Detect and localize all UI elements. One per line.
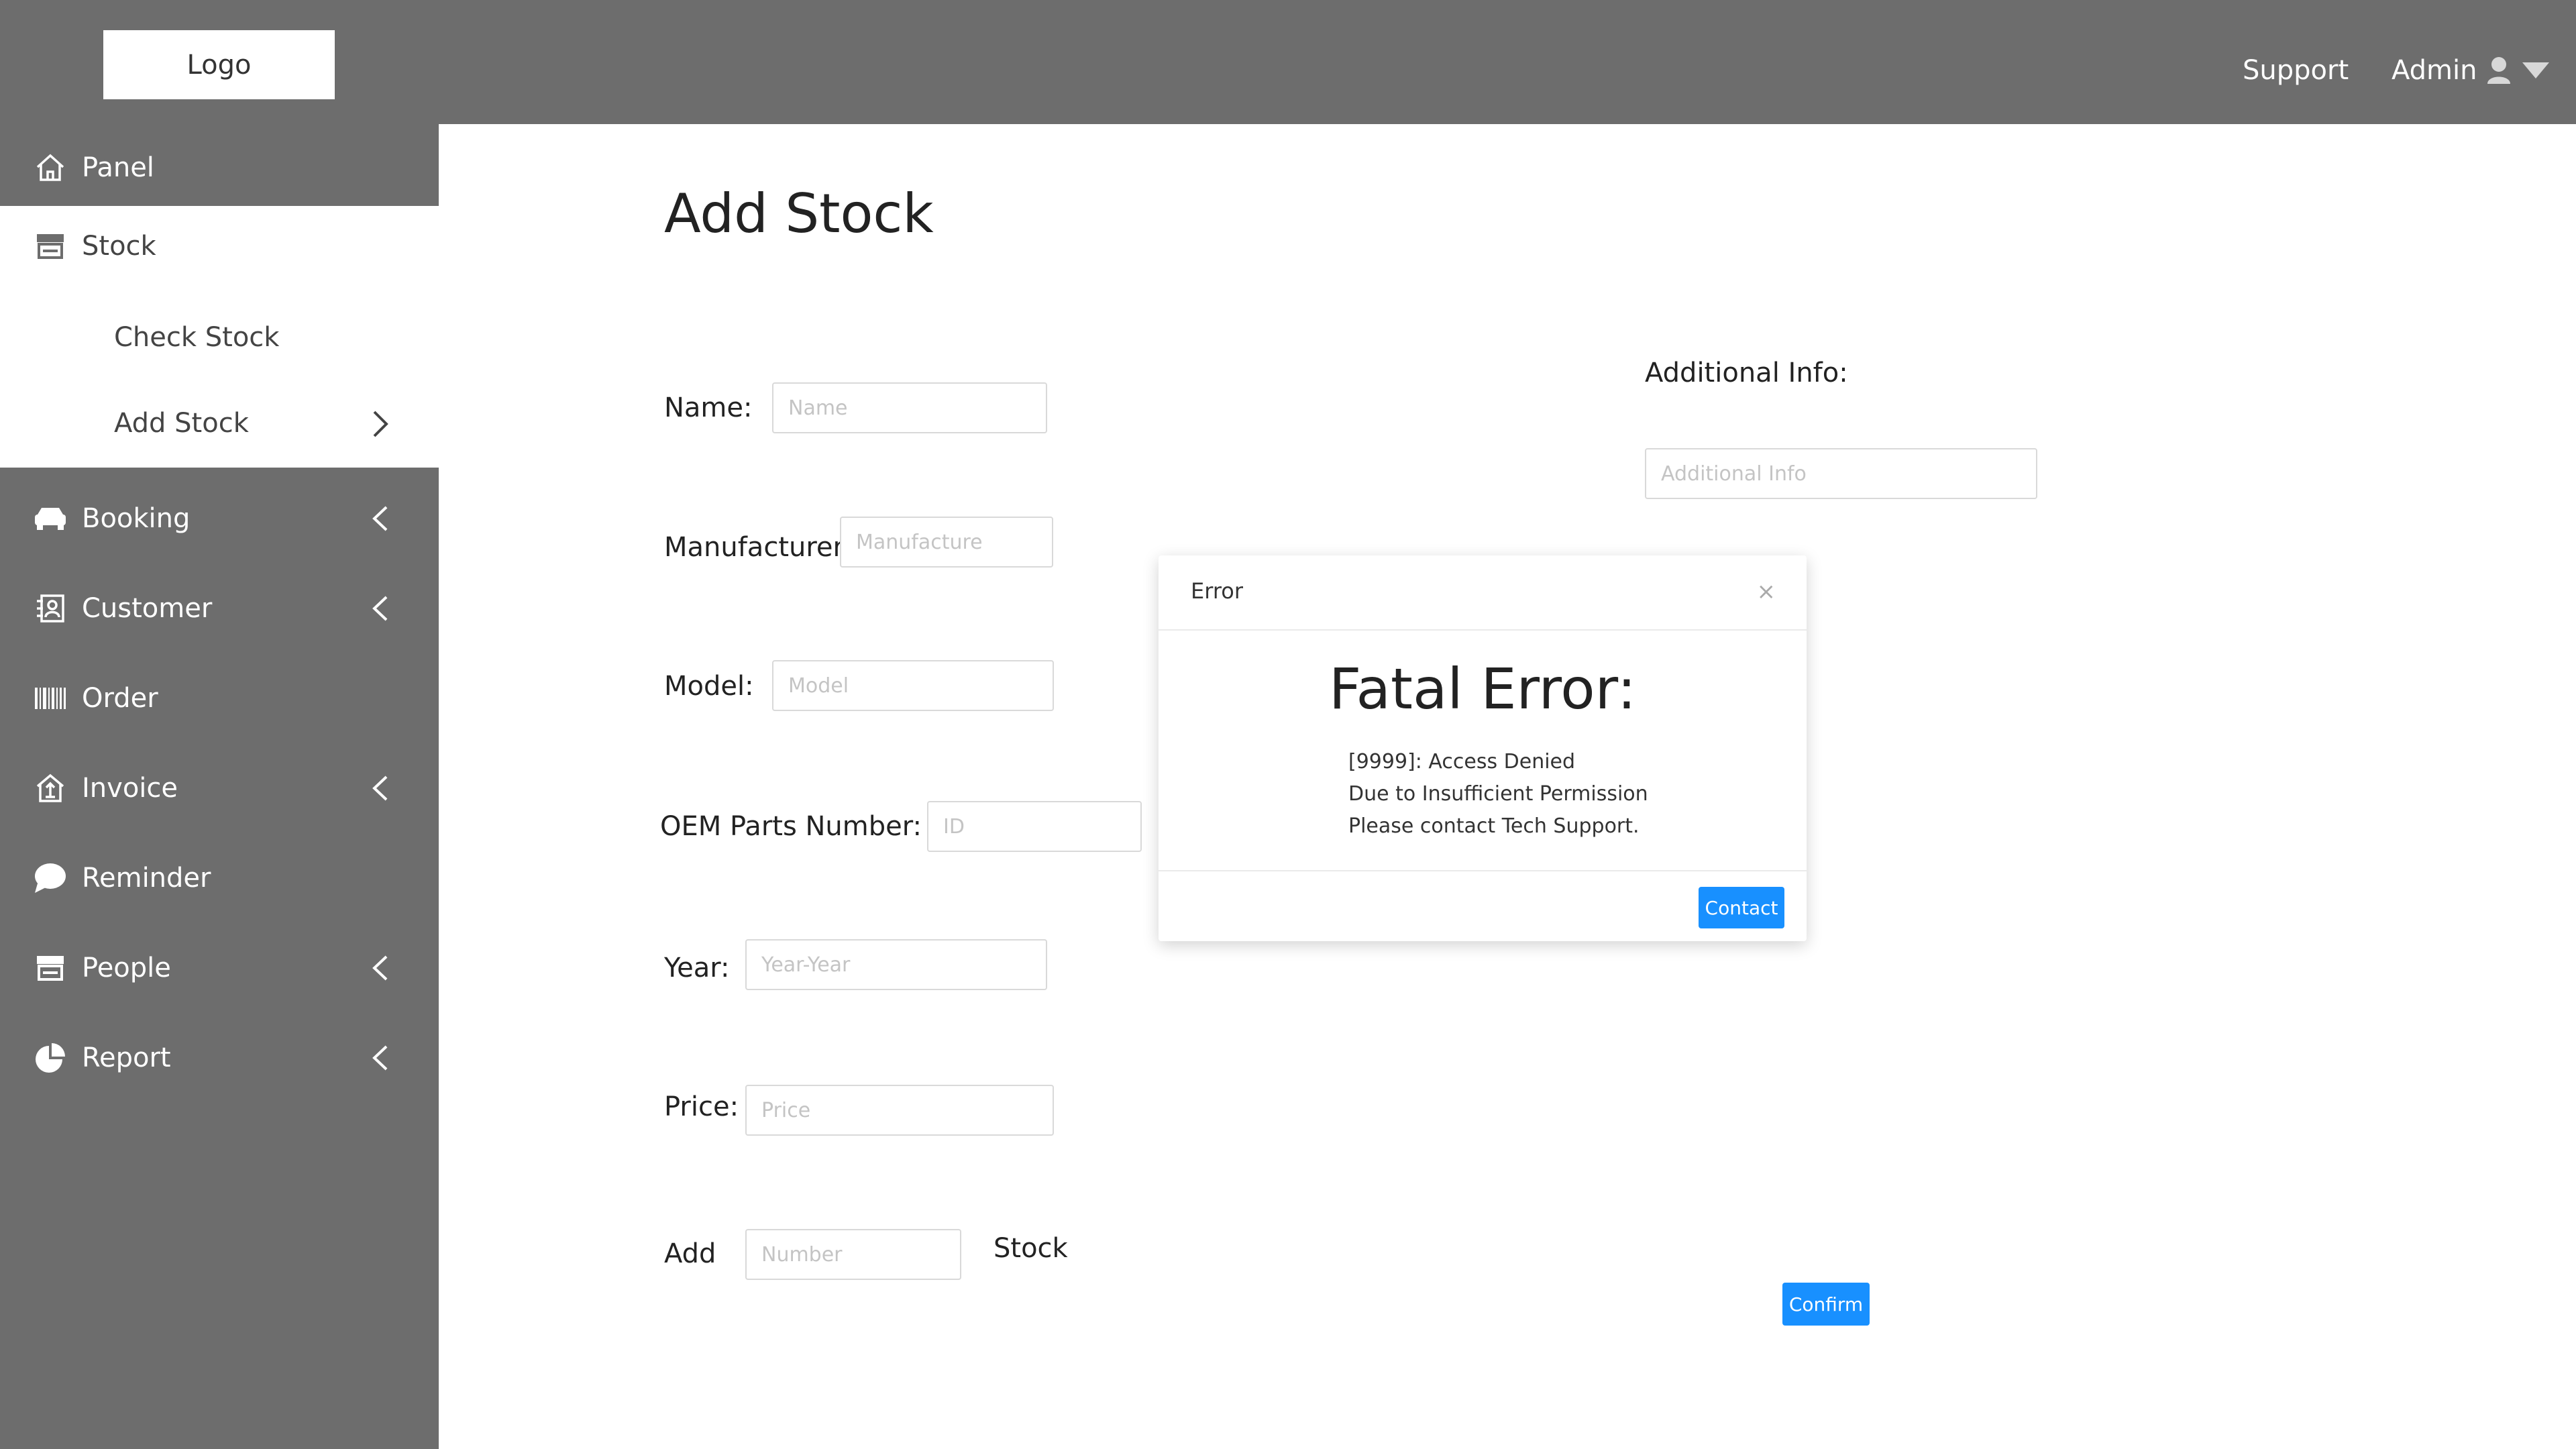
additional-info-input[interactable] bbox=[1645, 448, 2037, 499]
sidebar-item-label: Order bbox=[82, 683, 158, 714]
chevron-right-icon bbox=[373, 411, 388, 437]
submenu-item-add-stock[interactable]: Add Stock bbox=[114, 408, 249, 439]
sidebar-item-report[interactable]: Report bbox=[0, 1018, 439, 1098]
support-link[interactable]: Support bbox=[2243, 55, 2349, 86]
contact-card-icon bbox=[34, 592, 67, 625]
close-icon[interactable]: × bbox=[1757, 578, 1776, 605]
car-icon bbox=[34, 502, 67, 535]
chevron-left-icon bbox=[372, 775, 388, 801]
quantity-input[interactable] bbox=[745, 1229, 961, 1280]
confirm-button[interactable]: Confirm bbox=[1782, 1283, 1870, 1326]
sidebar-item-label: Invoice bbox=[82, 773, 178, 804]
sidebar-item-customer[interactable]: Customer bbox=[0, 568, 439, 649]
sidebar-item-label: Panel bbox=[82, 152, 154, 183]
dialog-footer-divider bbox=[1159, 870, 1807, 871]
barcode-icon bbox=[34, 682, 67, 715]
manufacturer-label: Manufacturer: bbox=[664, 532, 853, 563]
sidebar-item-panel[interactable]: Panel bbox=[0, 127, 439, 208]
oem-parts-number-input[interactable] bbox=[927, 801, 1142, 852]
top-bar: Logo Support Admin bbox=[0, 0, 2576, 124]
submenu-item-check-stock[interactable]: Check Stock bbox=[114, 322, 279, 353]
store-icon bbox=[34, 951, 67, 985]
sidebar-item-label: Report bbox=[82, 1042, 171, 1073]
error-dialog: Error × Fatal Error: [9999]: Access Deni… bbox=[1159, 555, 1807, 941]
price-label: Price: bbox=[664, 1091, 739, 1122]
sidebar-item-order[interactable]: Order bbox=[0, 658, 439, 739]
contact-button[interactable]: Contact bbox=[1699, 887, 1784, 928]
caret-down-icon[interactable] bbox=[2521, 61, 2551, 80]
sidebar-item-people[interactable]: People bbox=[0, 928, 439, 1008]
sidebar-item-label: People bbox=[82, 953, 171, 983]
dialog-header: Error × bbox=[1159, 555, 1807, 631]
oem-parts-number-label: OEM Parts Number: bbox=[660, 811, 922, 842]
error-message-line: Due to Insufficient Permission bbox=[1348, 782, 1648, 806]
logo[interactable]: Logo bbox=[103, 30, 335, 99]
admin-label: Admin bbox=[2392, 55, 2477, 86]
stock-submenu: Stock Check Stock Add Stock bbox=[0, 206, 439, 468]
chevron-left-icon bbox=[372, 506, 388, 531]
year-label: Year: bbox=[664, 953, 730, 983]
page-title: Add Stock bbox=[664, 182, 934, 245]
name-input[interactable] bbox=[772, 382, 1047, 433]
sidebar-item-invoice[interactable]: Invoice bbox=[0, 748, 439, 828]
chevron-left-icon bbox=[372, 1045, 388, 1071]
store-icon bbox=[34, 229, 67, 263]
price-input[interactable] bbox=[745, 1085, 1054, 1136]
error-heading: Fatal Error: bbox=[1328, 656, 1637, 722]
year-input[interactable] bbox=[745, 939, 1047, 990]
error-message-line: Please contact Tech Support. bbox=[1348, 814, 1640, 838]
name-label: Name: bbox=[664, 392, 753, 423]
model-input[interactable] bbox=[772, 660, 1054, 711]
user-icon bbox=[2487, 57, 2511, 84]
sidebar-item-label: Stock bbox=[82, 231, 156, 262]
sidebar-item-booking[interactable]: Booking bbox=[0, 478, 439, 559]
admin-menu[interactable]: Admin bbox=[2392, 55, 2551, 86]
manufacturer-input[interactable] bbox=[840, 517, 1053, 568]
chevron-left-icon bbox=[372, 596, 388, 621]
sidebar-item-label: Booking bbox=[82, 503, 191, 534]
home-icon bbox=[34, 151, 67, 184]
stock-label: Stock bbox=[994, 1233, 1068, 1264]
chat-bubble-icon bbox=[34, 861, 67, 895]
sidebar-item-reminder[interactable]: Reminder bbox=[0, 838, 439, 918]
chevron-left-icon bbox=[372, 955, 388, 981]
sidebar-item-label: Customer bbox=[82, 593, 213, 624]
add-label: Add bbox=[664, 1238, 716, 1269]
error-message-line: [9999]: Access Denied bbox=[1348, 750, 1576, 773]
sidebar-item-label: Reminder bbox=[82, 863, 211, 894]
sidebar-item-stock[interactable]: Stock bbox=[0, 206, 439, 286]
invoice-icon bbox=[34, 771, 67, 805]
model-label: Model: bbox=[664, 671, 754, 702]
additional-info-label: Additional Info: bbox=[1645, 358, 1848, 388]
pie-chart-icon bbox=[34, 1041, 67, 1075]
dialog-title: Error bbox=[1191, 578, 1243, 604]
